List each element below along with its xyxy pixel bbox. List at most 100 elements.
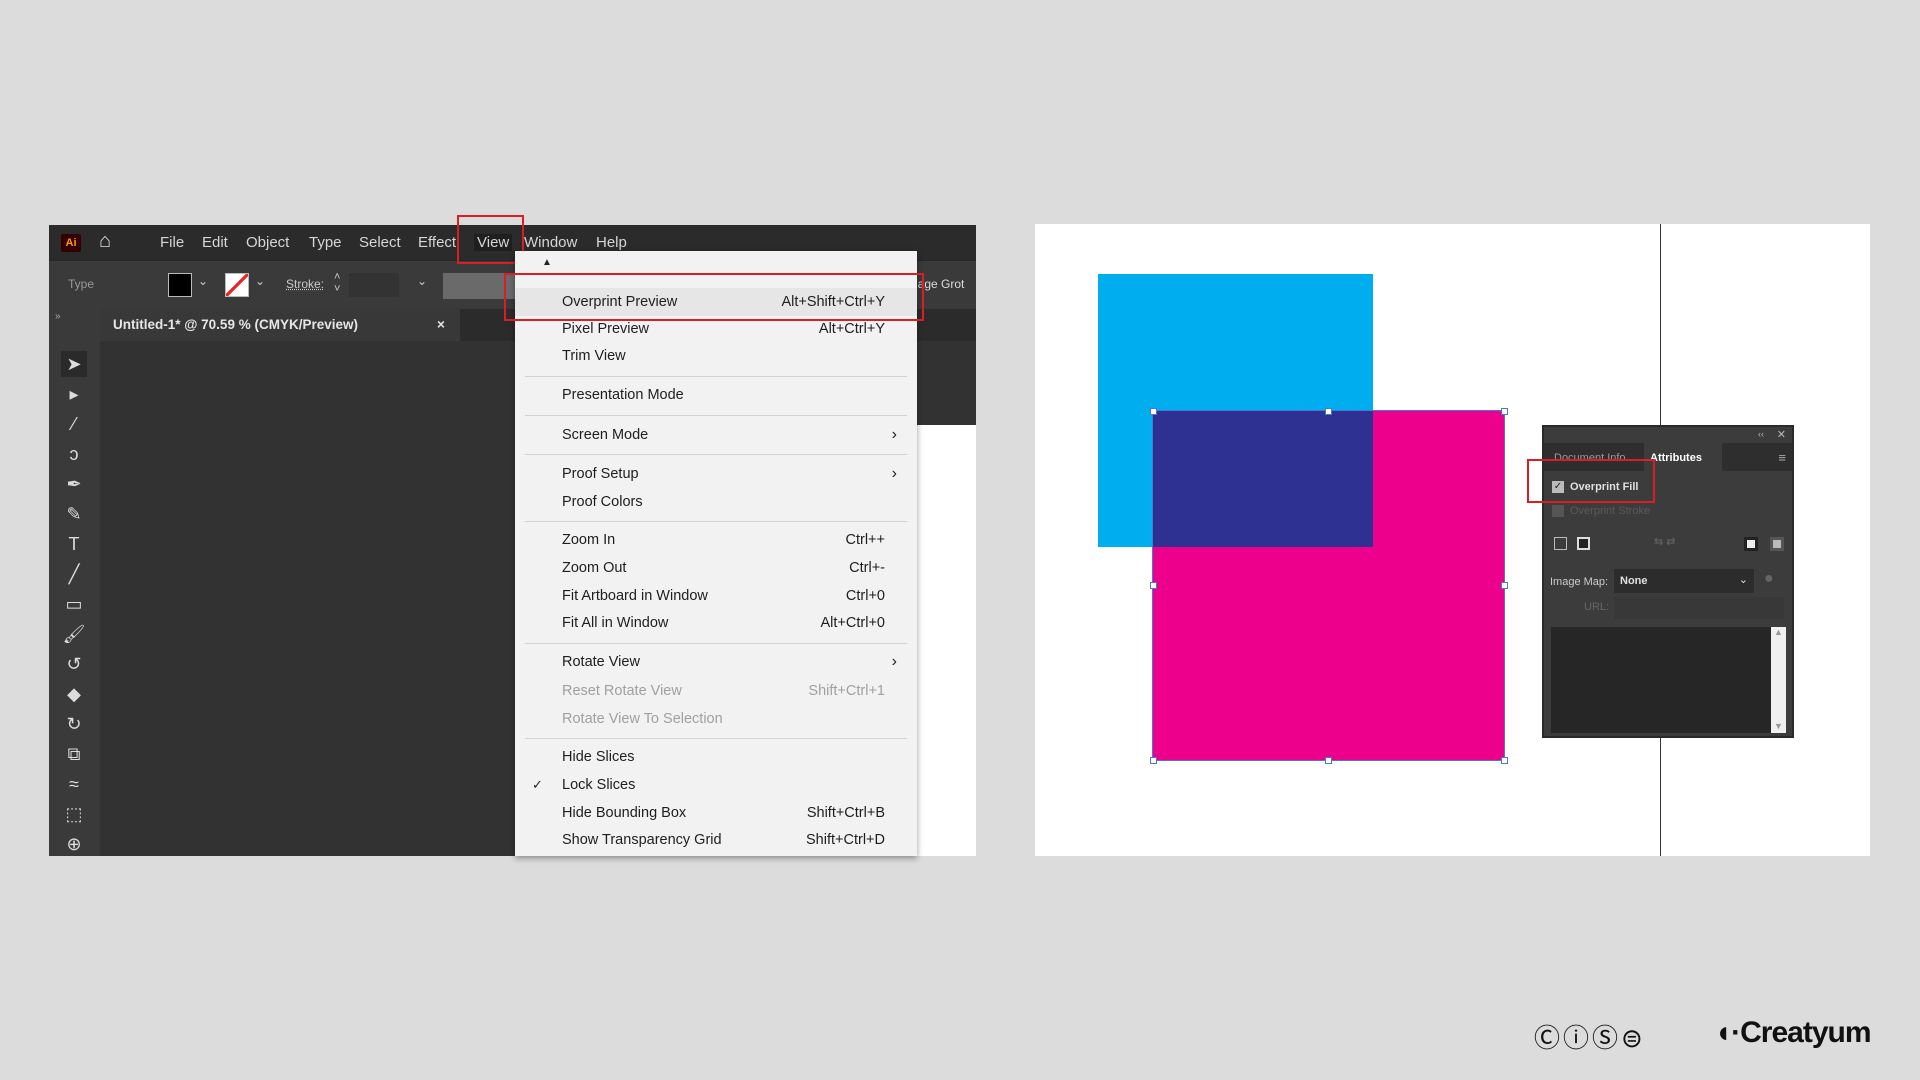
browser-globe-icon: ● bbox=[1764, 570, 1774, 587]
menu-window[interactable]: Window bbox=[524, 234, 577, 251]
view-menu-dropdown: ▲ Overprint Preview Alt+Shift+Ctrl+Y Pixe… bbox=[515, 251, 917, 856]
menu-separator bbox=[525, 376, 907, 377]
lasso-icon[interactable]: ↄ bbox=[61, 441, 87, 467]
reverse-path-icon: ⇆ ⇄ bbox=[1654, 536, 1676, 548]
menu-separator bbox=[525, 643, 907, 644]
highlight-overprint-preview bbox=[504, 273, 924, 321]
evenodd-fill-icon[interactable] bbox=[1770, 537, 1784, 551]
creative-commons-license-icons: ⒸⓘⓈ⊜ bbox=[1534, 1018, 1646, 1055]
mode-label: Type bbox=[68, 277, 95, 291]
scroll-up-icon[interactable]: ▲ bbox=[542, 257, 552, 268]
rotate-tool-icon[interactable]: ↻ bbox=[61, 711, 87, 737]
image-map-select[interactable]: None ⌄ bbox=[1614, 569, 1754, 593]
menu-item-hide-slices[interactable]: Hide Slices bbox=[515, 743, 917, 771]
menu-item-proof-colors[interactable]: Proof Colors bbox=[515, 488, 917, 516]
selection-handle[interactable] bbox=[1501, 582, 1508, 589]
scrollbar[interactable]: ▲ ▼ bbox=[1771, 627, 1786, 733]
menu-item-reset-rotate-view: Reset Rotate View Shift+Ctrl+1 bbox=[562, 683, 885, 699]
selection-handle[interactable] bbox=[1501, 408, 1508, 415]
checkmark-icon: ✓ bbox=[532, 777, 543, 792]
scale-tool-icon[interactable]: ⧉ bbox=[61, 741, 87, 767]
shaper-tool-icon[interactable]: ↺ bbox=[61, 651, 87, 677]
brand-mark-icon: ◖· bbox=[1714, 1016, 1741, 1049]
selection-handle[interactable] bbox=[1325, 757, 1332, 764]
menu-separator bbox=[525, 454, 907, 455]
artboard bbox=[917, 425, 976, 856]
chevron-down-icon[interactable]: ⌄ bbox=[198, 274, 208, 288]
selection-tool-icon[interactable]: ➤ bbox=[61, 351, 87, 377]
close-icon[interactable]: ✕ bbox=[1777, 428, 1786, 441]
brand-logo: ◖·Creatyum bbox=[1714, 1016, 1872, 1050]
selection-handle[interactable] bbox=[1325, 408, 1332, 415]
show-center-icon[interactable] bbox=[1577, 537, 1590, 550]
chevron-down-icon[interactable]: ⌄ bbox=[255, 274, 265, 288]
selection-handle[interactable] bbox=[1501, 757, 1508, 764]
selection-handle[interactable] bbox=[1150, 582, 1157, 589]
selection-handle[interactable] bbox=[1150, 757, 1157, 764]
by-icon: ⓘ bbox=[1563, 1023, 1593, 1053]
type-tool-icon[interactable]: T bbox=[61, 531, 87, 557]
notes-area[interactable] bbox=[1551, 627, 1771, 733]
magic-wand-icon[interactable]: ⁄ bbox=[61, 411, 87, 437]
panel-menu-icon[interactable]: ≡ bbox=[1778, 450, 1786, 465]
overprint-stroke-label: Overprint Stroke bbox=[1570, 505, 1651, 517]
menu-object[interactable]: Object bbox=[246, 234, 289, 251]
image-map-label: Image Map: bbox=[1550, 576, 1609, 588]
menu-effect[interactable]: Effect bbox=[418, 234, 456, 251]
stroke-stepper[interactable]: ˄ ˅ bbox=[334, 271, 340, 295]
menu-select[interactable]: Select bbox=[359, 234, 401, 251]
direct-selection-tool-icon[interactable]: ▸ bbox=[61, 381, 87, 407]
chevron-right-icon: › bbox=[891, 465, 897, 482]
dont-show-center-icon[interactable] bbox=[1554, 537, 1567, 550]
menu-help[interactable]: Help bbox=[596, 234, 627, 251]
overprint-overlap bbox=[1153, 411, 1373, 547]
chevron-right-icon: › bbox=[891, 426, 897, 443]
pen-tool-icon[interactable]: ✒ bbox=[61, 471, 87, 497]
menu-item-rotate-view-to-selection: Rotate View To Selection bbox=[562, 711, 723, 727]
menu-edit[interactable]: Edit bbox=[202, 234, 228, 251]
close-icon[interactable]: × bbox=[437, 309, 445, 341]
curvature-tool-icon[interactable]: ✎ bbox=[61, 501, 87, 527]
collapse-icon[interactable]: » bbox=[55, 311, 61, 322]
menu-item-presentation-mode[interactable]: Presentation Mode bbox=[515, 381, 917, 409]
document-tab[interactable]: Untitled-1* @ 70.59 % (CMYK/Preview) × bbox=[100, 309, 460, 341]
menu-item-proof-setup[interactable]: Proof Setup › bbox=[515, 460, 917, 488]
selection-handle[interactable] bbox=[1150, 408, 1157, 415]
chevron-right-icon: › bbox=[891, 653, 897, 670]
free-transform-icon[interactable]: ⬚ bbox=[61, 801, 87, 827]
warp-tool-icon[interactable]: ≈ bbox=[61, 771, 87, 797]
line-tool-icon[interactable]: ╱ bbox=[61, 561, 87, 587]
rectangle-tool-icon[interactable]: ▭ bbox=[61, 591, 87, 617]
menu-item-show-transparency-grid[interactable]: Show Transparency Grid Shift+Ctrl+D bbox=[515, 826, 917, 854]
menu-item-zoom-out[interactable]: Zoom Out Ctrl+- bbox=[515, 554, 917, 582]
menu-item-rotate-view[interactable]: Rotate View › bbox=[515, 648, 917, 676]
collapse-panel-icon[interactable]: ‹‹ bbox=[1758, 429, 1764, 439]
paintbrush-icon[interactable]: 🖌 bbox=[61, 621, 87, 647]
shape-builder-icon[interactable]: ⊕ bbox=[61, 831, 87, 856]
chevron-down-icon[interactable]: ⌄ bbox=[417, 274, 427, 288]
menu-item-trim-view[interactable]: Trim View bbox=[515, 342, 917, 370]
home-icon[interactable]: ⌂ bbox=[99, 230, 111, 253]
menu-item-hide-bounding-box[interactable]: Hide Bounding Box Shift+Ctrl+B bbox=[515, 799, 917, 827]
menu-item-fit-artboard[interactable]: Fit Artboard in Window Ctrl+0 bbox=[515, 582, 917, 610]
menu-item-lock-slices[interactable]: ✓ Lock Slices bbox=[515, 771, 917, 799]
menu-file[interactable]: File bbox=[160, 234, 184, 251]
chevron-down-icon: ⌄ bbox=[1738, 574, 1748, 586]
menu-separator bbox=[525, 415, 907, 416]
eraser-icon[interactable]: ◆ bbox=[61, 681, 87, 707]
stroke-weight-input[interactable] bbox=[349, 273, 399, 297]
stroke-swatch[interactable] bbox=[225, 273, 249, 297]
url-label: URL: bbox=[1584, 601, 1610, 613]
nc-icon: Ⓢ bbox=[1592, 1023, 1622, 1053]
menu-item-fit-all[interactable]: Fit All in Window Alt+Ctrl+0 bbox=[515, 609, 917, 637]
menu-type[interactable]: Type bbox=[309, 234, 342, 251]
highlight-overprint-fill bbox=[1527, 459, 1655, 503]
app-logo: Ai bbox=[61, 234, 81, 252]
menu-separator bbox=[525, 738, 907, 739]
menu-item-zoom-in[interactable]: Zoom In Ctrl++ bbox=[515, 526, 917, 554]
stroke-label[interactable]: Stroke: bbox=[286, 277, 324, 291]
fill-swatch[interactable] bbox=[168, 273, 192, 297]
tab-attributes[interactable]: Attributes bbox=[1644, 443, 1722, 471]
nonzero-fill-icon[interactable] bbox=[1744, 537, 1758, 551]
menu-item-screen-mode[interactable]: Screen Mode › bbox=[515, 421, 917, 449]
